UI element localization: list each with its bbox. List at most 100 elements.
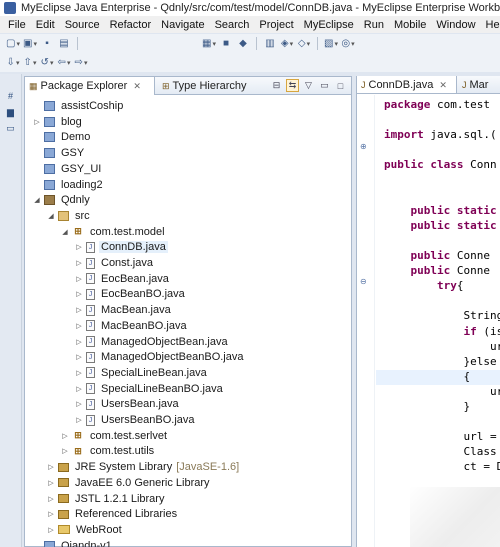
tree-item[interactable]: ▷ J MacBeanBO.java xyxy=(25,318,351,334)
tab-package-explorer[interactable]: ▦ Package Explorer ✕ xyxy=(25,77,155,95)
expand-toggle-icon[interactable]: ▷ xyxy=(75,416,83,424)
expand-toggle-icon[interactable]: ▷ xyxy=(61,447,69,455)
tree-item[interactable]: ▷ JSTL 1.2.1 Library xyxy=(25,491,351,507)
menu-search[interactable]: Search xyxy=(210,19,255,31)
tab-conndb-java[interactable]: J ConnDB.java ✕ xyxy=(357,76,457,93)
expand-toggle-icon[interactable]: ▷ xyxy=(75,353,83,361)
menu-window[interactable]: Window xyxy=(431,19,480,31)
tree-item[interactable]: assistCoship xyxy=(25,98,351,114)
expand-toggle-icon[interactable]: ▷ xyxy=(47,495,55,503)
expand-toggle-icon[interactable]: ▷ xyxy=(75,369,83,377)
new-window-icon[interactable]: ▣ xyxy=(23,37,37,51)
outline-icon[interactable]: ▆ xyxy=(5,107,16,117)
expand-toggle-icon[interactable]: ▷ xyxy=(47,526,55,534)
tree-item[interactable]: GSY_UI xyxy=(25,161,351,177)
code-text: { xyxy=(384,369,471,383)
expand-toggle-icon[interactable]: ▷ xyxy=(33,118,41,126)
console-icon[interactable]: ▭ xyxy=(5,123,16,133)
previous-annotation-icon[interactable]: ⇧ xyxy=(23,56,37,70)
tab-other-file[interactable]: J Mar xyxy=(458,76,500,93)
menu-navigate[interactable]: Navigate xyxy=(156,19,209,31)
expand-toggle-icon[interactable]: ◢ xyxy=(61,228,69,236)
tree-item[interactable]: ▷ J ManagedObjectBeanBO.java xyxy=(25,349,351,365)
menu-project[interactable]: Project xyxy=(254,19,298,31)
cube-icon[interactable]: ◆ xyxy=(236,37,250,51)
forward-icon[interactable]: ⇨ xyxy=(74,56,88,70)
tree-item[interactable]: ▷ JavaEE 6.0 Generic Library xyxy=(25,475,351,491)
expand-toggle-icon[interactable]: ◢ xyxy=(47,212,55,220)
minimize-icon[interactable]: ▭ xyxy=(318,79,331,92)
new-icon[interactable]: ▢ xyxy=(6,37,20,51)
maximize-icon[interactable]: □ xyxy=(334,79,347,92)
expand-toggle-icon[interactable]: ◢ xyxy=(33,196,41,204)
expand-toggle-icon[interactable]: ▷ xyxy=(61,432,69,440)
expand-toggle-icon[interactable]: ▷ xyxy=(75,259,83,267)
open-type-icon[interactable]: ▧ xyxy=(324,37,338,51)
code-text: }else xyxy=(384,354,497,368)
run-icon[interactable]: ◈ xyxy=(280,37,294,51)
tree-item[interactable]: ▷ blog xyxy=(25,114,351,130)
expand-toggle-icon[interactable]: ▷ xyxy=(75,385,83,393)
tree-item[interactable]: ▷ ⊞ com.test.utils xyxy=(25,443,351,459)
tree-item[interactable]: ▷ J UsersBean.java xyxy=(25,396,351,412)
menu-refactor[interactable]: Refactor xyxy=(105,19,157,31)
code-editor[interactable]: package com.test import java.sql.(public … xyxy=(357,95,500,547)
save-icon[interactable]: ▪ xyxy=(40,37,54,51)
tree-item[interactable]: ▷ J ConnDB.java xyxy=(25,239,351,255)
tree-item[interactable]: ▷ WebRoot xyxy=(25,522,351,538)
tree-item[interactable]: ▷ J EocBean.java xyxy=(25,271,351,287)
expand-toggle-icon[interactable]: ▷ xyxy=(75,306,83,314)
tree-item[interactable]: ▷ Referenced Libraries xyxy=(25,506,351,522)
print-icon[interactable]: ▤ xyxy=(57,37,71,51)
tree-item[interactable]: ◢ ⊞ com.test.model xyxy=(25,224,351,240)
tree-item[interactable]: Qiandn-v1 xyxy=(25,538,351,547)
collapse-all-icon[interactable]: ⊟ xyxy=(270,79,283,92)
expand-toggle-icon[interactable]: ▷ xyxy=(75,275,83,283)
search-icon[interactable]: ◎ xyxy=(341,37,355,51)
tree-item[interactable]: ◢ src xyxy=(25,208,351,224)
tree-item[interactable]: ◢ Qdnly xyxy=(25,192,351,208)
last-edit-icon[interactable]: ↺ xyxy=(40,56,54,70)
view-menu-icon[interactable]: ▽ xyxy=(302,79,315,92)
tree-item[interactable]: ▷ J EocBeanBO.java xyxy=(25,286,351,302)
tree-item[interactable]: loading2 xyxy=(25,177,351,193)
browser-icon[interactable]: ▥ xyxy=(263,37,277,51)
tree-item[interactable]: ▷ J ManagedObjectBean.java xyxy=(25,334,351,350)
tree-item-label: GSY xyxy=(61,147,85,160)
menu-file[interactable]: File xyxy=(3,19,31,31)
next-annotation-icon[interactable]: ⇩ xyxy=(6,56,20,70)
expand-toggle-icon[interactable]: ▷ xyxy=(75,243,83,251)
expand-toggle-icon[interactable]: ▷ xyxy=(75,322,83,330)
tab-type-hierarchy[interactable]: ⊞ Type Hierarchy xyxy=(158,77,268,95)
deploy-icon[interactable]: ▦ xyxy=(202,37,216,51)
tree-item[interactable]: ▷ J Const.java xyxy=(25,255,351,271)
tree-item[interactable]: ▷ ⊞ com.test.serlvet xyxy=(25,428,351,444)
menu-help[interactable]: Help xyxy=(481,19,500,31)
server-icon[interactable]: ■ xyxy=(219,37,233,51)
tree-item[interactable]: GSY xyxy=(25,145,351,161)
back-icon[interactable]: ⇦ xyxy=(57,56,71,70)
tree-item[interactable]: ▷ J MacBean.java xyxy=(25,302,351,318)
expand-toggle-icon[interactable]: ▷ xyxy=(75,400,83,408)
perspective-icon[interactable]: # xyxy=(5,91,16,101)
tree-item[interactable]: ▷ J UsersBeanBO.java xyxy=(25,412,351,428)
menu-myeclipse[interactable]: MyEclipse xyxy=(299,19,359,31)
menu-mobile[interactable]: Mobile xyxy=(389,19,431,31)
link-with-editor-icon[interactable]: ⇆ xyxy=(286,79,299,92)
close-icon[interactable]: ✕ xyxy=(439,80,447,91)
expand-toggle-icon[interactable]: ▷ xyxy=(47,510,55,518)
tab-package-explorer-label: Package Explorer xyxy=(40,80,128,92)
expand-toggle-icon[interactable]: ▷ xyxy=(75,338,83,346)
tree-item[interactable]: ▷ JRE System Library [JavaSE-1.6] xyxy=(25,459,351,475)
menu-run[interactable]: Run xyxy=(359,19,389,31)
close-icon[interactable]: ✕ xyxy=(133,81,141,92)
expand-toggle-icon[interactable]: ▷ xyxy=(47,479,55,487)
debug-icon[interactable]: ◇ xyxy=(297,37,311,51)
tree-item[interactable]: Demo xyxy=(25,129,351,145)
expand-toggle-icon[interactable]: ▷ xyxy=(75,290,83,298)
menu-source[interactable]: Source xyxy=(60,19,105,31)
menu-edit[interactable]: Edit xyxy=(31,19,60,31)
tree-item[interactable]: ▷ J SpecialLineBeanBO.java xyxy=(25,381,351,397)
expand-toggle-icon[interactable]: ▷ xyxy=(47,463,55,471)
tree-item[interactable]: ▷ J SpecialLineBean.java xyxy=(25,365,351,381)
